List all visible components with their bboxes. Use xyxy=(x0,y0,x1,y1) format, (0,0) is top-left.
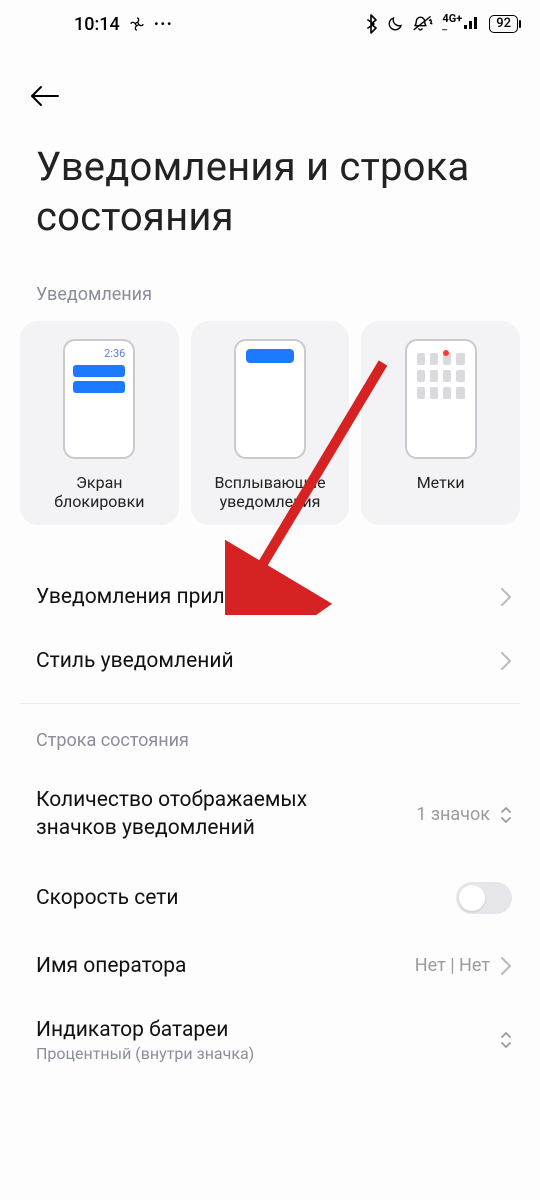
status-left: 10:14 ··· xyxy=(74,14,173,35)
row-icon-count-value: 1 значок xyxy=(416,804,490,825)
network-indicator: 4G+⎯ xyxy=(442,14,481,35)
row-notification-style[interactable]: Стиль уведомлений xyxy=(0,629,540,693)
chevron-right-icon xyxy=(500,587,512,607)
lockscreen-preview-icon: 2:36 xyxy=(63,339,135,459)
signal-icon xyxy=(463,14,481,35)
more-icon: ··· xyxy=(154,14,173,35)
badges-preview-icon xyxy=(405,339,477,459)
lockscreen-time: 2:36 xyxy=(104,347,125,360)
status-time: 10:14 xyxy=(74,14,120,35)
row-network-speed-label: Скорость сети xyxy=(36,886,179,910)
status-right: 4G+⎯ 92 xyxy=(364,14,518,35)
fan-icon xyxy=(128,15,146,33)
vibrate-icon xyxy=(412,15,434,33)
back-button[interactable] xyxy=(28,76,68,116)
row-carrier-name-value: Нет | Нет xyxy=(415,955,490,976)
bluetooth-icon xyxy=(364,14,378,34)
card-badges[interactable]: Метки xyxy=(361,321,520,525)
battery-value: 92 xyxy=(496,16,511,31)
row-battery-indicator-label: Индикатор батареи xyxy=(36,1018,254,1042)
cards-row: 2:36 Экран блокировки Всплывающие уведом… xyxy=(0,321,540,525)
network-type: 4G+ xyxy=(442,12,462,25)
row-carrier-name[interactable]: Имя оператора Нет | Нет xyxy=(0,934,540,998)
status-bar: 10:14 ··· 4 xyxy=(0,0,540,48)
stepper-icon xyxy=(500,1031,512,1049)
chevron-right-icon xyxy=(500,956,512,976)
row-icon-count-label: Количество отображаемых значков уведомле… xyxy=(36,787,356,842)
card-lock-screen-label: Экран блокировки xyxy=(54,473,144,511)
row-icon-count[interactable]: Количество отображаемых значков уведомле… xyxy=(0,767,540,862)
row-carrier-name-label: Имя оператора xyxy=(36,954,186,978)
card-badges-label: Метки xyxy=(417,473,465,511)
row-battery-indicator-sub: Процентный (внутри значка) xyxy=(36,1044,254,1063)
battery-indicator: 92 xyxy=(489,15,518,33)
card-lock-screen[interactable]: 2:36 Экран блокировки xyxy=(20,321,179,525)
section-statusbar-label: Строка состояния xyxy=(0,704,540,767)
popup-preview-icon xyxy=(234,339,306,459)
stepper-icon xyxy=(500,806,512,824)
row-notification-style-label: Стиль уведомлений xyxy=(36,649,234,673)
row-app-notifications-label: Уведомления приложений xyxy=(36,585,300,609)
row-battery-indicator[interactable]: Индикатор батареи Процентный (внутри зна… xyxy=(0,998,540,1069)
section-notifications-label: Уведомления xyxy=(0,250,540,321)
row-app-notifications[interactable]: Уведомления приложений xyxy=(0,565,540,629)
moon-icon xyxy=(386,15,404,33)
chevron-right-icon xyxy=(500,651,512,671)
network-speed-toggle[interactable] xyxy=(456,882,512,914)
card-popup-notifications[interactable]: Всплывающие уведомления xyxy=(191,321,350,525)
page-title: Уведомления и строка состояния xyxy=(0,116,540,250)
row-network-speed[interactable]: Скорость сети xyxy=(0,862,540,934)
card-popup-label: Всплывающие уведомления xyxy=(214,473,325,511)
